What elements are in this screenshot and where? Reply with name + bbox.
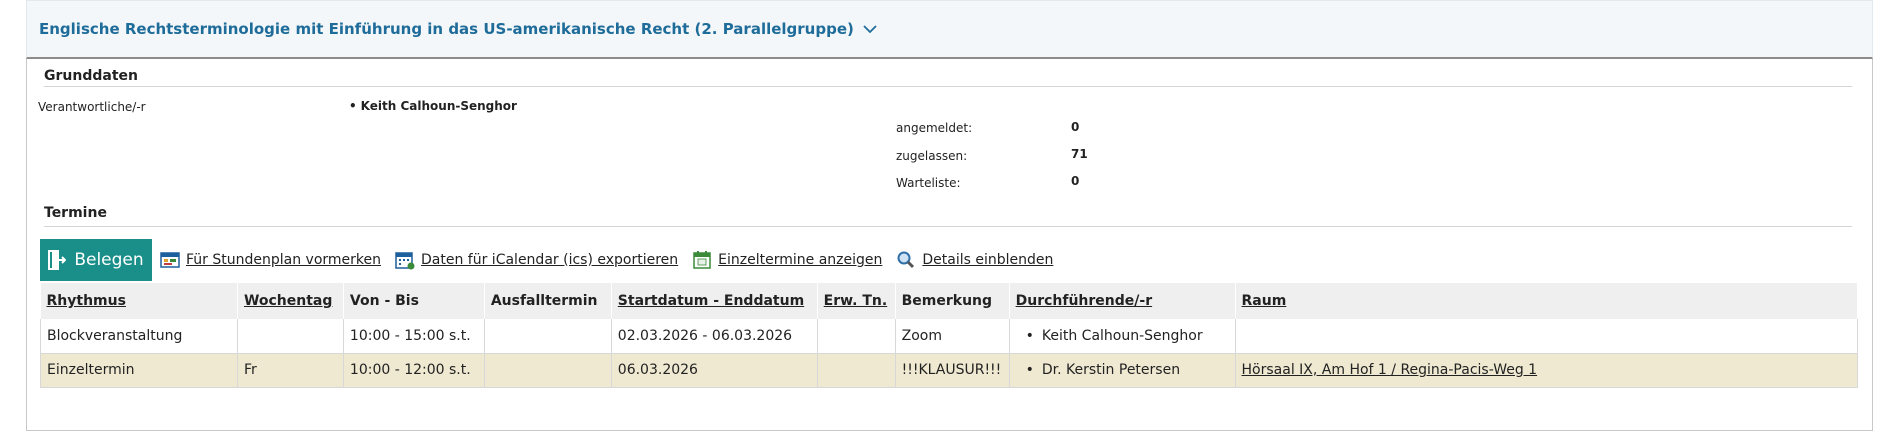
zugelassen-label: zugelassen: [896,149,968,163]
cell-ausfall [484,353,612,388]
termine-toolbar: Belegen Für Stundenplan vormerken Daten … [40,239,1059,281]
cell-erw-tn [817,319,896,354]
col-bemerkung: Bemerkung [895,283,1010,319]
room-link[interactable]: Hörsaal IX, Am Hof 1 / Regina-Pacis-Weg … [1242,362,1538,378]
belegen-button[interactable]: Belegen [40,239,152,281]
table-row: Blockveranstaltung 10:00 - 15:00 s.t. 02… [40,319,1859,354]
enter-door-icon [48,250,67,270]
angemeldet-value: 0 [1071,120,1080,134]
cell-durchfuehrende: Dr. Kerstin Petersen [1009,353,1236,388]
grunddaten-title: Grunddaten [44,68,138,84]
warteliste-label: Warteliste: [896,176,961,190]
course-header[interactable]: Englische Rechtsterminologie mit Einführ… [26,0,1873,59]
responsible-label: Verantwortliche/-r [38,100,146,114]
cell-raum: Hörsaal IX, Am Hof 1 / Regina-Pacis-Weg … [1235,353,1859,388]
termine-title: Termine [44,205,107,221]
chevron-down-icon[interactable] [862,21,878,37]
cell-rhythmus: Blockveranstaltung [40,319,238,354]
schedule-icon [160,252,180,268]
warteliste-value: 0 [1071,174,1080,188]
cell-von-bis: 10:00 - 15:00 s.t. [343,319,485,354]
course-details-panel: Grunddaten Verantwortliche/-r • Keith Cal… [26,59,1873,431]
col-raum[interactable]: Raum [1235,283,1859,319]
magnifier-icon [897,251,915,269]
icalendar-label: Daten für iCalendar (ics) exportieren [421,252,679,268]
stundenplan-link[interactable]: Für Stundenplan vormerken [160,250,381,270]
zugelassen-value: 71 [1071,147,1088,161]
details-label: Details einblenden [922,252,1054,268]
details-link[interactable]: Details einblenden [896,250,1053,270]
responsible-name: Keith Calhoun-Senghor [360,99,517,113]
col-ausfalltermin: Ausfalltermin [484,283,612,319]
col-wochentag[interactable]: Wochentag [237,283,344,319]
cell-ausfall [484,319,612,354]
belegen-label: Belegen [74,250,144,270]
cell-rhythmus: Einzeltermin [40,353,238,388]
calendar-day-icon [693,251,711,269]
table-row: Einzeltermin Fr 10:00 - 12:00 s.t. 06.03… [40,353,1859,388]
col-rhythmus[interactable]: Rhythmus [40,283,238,319]
durchfuehrende-name: Keith Calhoun-Senghor [1016,328,1203,344]
course-title[interactable]: Englische Rechtsterminologie mit Einführ… [39,20,854,38]
cell-erw-tn [817,353,896,388]
responsible-value: • Keith Calhoun-Senghor [349,99,517,113]
angemeldet-label: angemeldet: [896,121,973,135]
einzeltermine-label: Einzeltermine anzeigen [718,252,883,268]
cell-durchfuehrende: Keith Calhoun-Senghor [1009,319,1236,354]
stundenplan-label: Für Stundenplan vormerken [186,252,382,268]
table-header-row: Rhythmus Wochentag Von - Bis Ausfallterm… [40,283,1859,319]
einzeltermine-link[interactable]: Einzeltermine anzeigen [692,250,882,270]
cell-datum: 02.03.2026 - 06.03.2026 [611,319,818,354]
calendar-export-icon [395,252,415,270]
cell-wochentag: Fr [237,353,344,388]
cell-raum [1235,319,1859,354]
cell-datum: 06.03.2026 [611,353,818,388]
col-von-bis: Von - Bis [343,283,485,319]
cell-von-bis: 10:00 - 12:00 s.t. [343,353,485,388]
col-durchfuehrende[interactable]: Durchführende/-r [1009,283,1236,319]
termine-divider [44,226,1852,227]
termine-table: Rhythmus Wochentag Von - Bis Ausfallterm… [40,283,1859,388]
cell-bemerkung: !!!KLAUSUR!!! [895,353,1010,388]
cell-wochentag [237,319,344,354]
col-startdatum[interactable]: Startdatum - Enddatum [611,283,818,319]
grunddaten-divider [44,86,1852,87]
cell-bemerkung: Zoom [895,319,1010,354]
icalendar-export-link[interactable]: Daten für iCalendar (ics) exportieren [395,250,678,270]
col-erw-tn[interactable]: Erw. Tn. [817,283,896,319]
durchfuehrende-name: Dr. Kerstin Petersen [1016,362,1180,378]
